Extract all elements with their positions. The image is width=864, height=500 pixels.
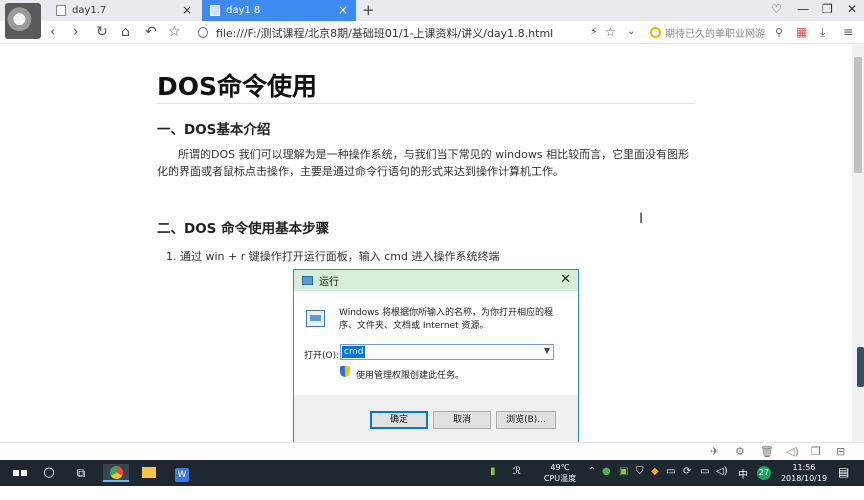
tray-security-icon[interactable]: ◆ (651, 466, 659, 477)
search-placeholder: 期待已久的单职业网游 (665, 29, 765, 40)
text-cursor-icon: I (639, 211, 644, 227)
close-tab-icon[interactable]: × (338, 3, 348, 17)
cpu-temp-label: CPU温度 (543, 474, 577, 483)
tray-sync-icon[interactable]: ⟳ (683, 466, 691, 477)
open-label: 打开(O): (304, 351, 340, 361)
zoom-icon[interactable]: ⊟ (836, 445, 845, 458)
dialog-description: Windows 将根据你所输入的名称，为你打开相应的程序、文件夹、文档或 Int… (339, 308, 554, 331)
page-icon (210, 5, 220, 16)
taskbar: ○ ⧉ W ▮ ℛ 49℃ CPU温度 ⌃ ● ▣ ⛉ ◆ ▭ ⟳ ▭ ◁) 中… (0, 460, 864, 494)
action-center-icon[interactable]: ▤ (838, 465, 849, 479)
shirt-skin-icon[interactable]: ♡ (771, 2, 782, 16)
ok-button[interactable]: 确定 (370, 411, 428, 429)
tab-label: day1.8 (226, 5, 261, 16)
open-input-value[interactable]: cmd (342, 346, 366, 358)
new-tab-button[interactable]: + (362, 1, 375, 19)
dropdown-icon[interactable]: ⌄ (627, 24, 635, 40)
close-tab-icon[interactable]: × (182, 3, 192, 17)
cancel-button[interactable]: 取消 (433, 411, 491, 429)
reload-icon[interactable]: ↻ (96, 24, 108, 40)
intro-paragraph: 所谓的DOS 我们可以理解为是一种操作系统，与我们当下常见的 windows 相… (157, 148, 690, 178)
network-icon[interactable]: ▭ (700, 466, 709, 477)
forward-icon[interactable]: › (73, 24, 79, 40)
tab-day1-8[interactable]: day1.8 × (202, 0, 356, 21)
tray-app-icon[interactable]: ● (602, 466, 611, 477)
url-text[interactable]: file:///F:/测试课程/北京8期/基础班01/1-上课资料/讲义/day… (216, 25, 553, 41)
lightning-icon[interactable]: ⚡ (590, 24, 598, 40)
run-icon (302, 276, 313, 285)
ime-tool-icon[interactable]: ℛ (513, 466, 521, 477)
clock-time: 11:56 (792, 463, 816, 472)
tray-shield-icon[interactable]: ⛉ (636, 466, 644, 477)
file-explorer-icon[interactable] (137, 464, 161, 482)
gear-icon[interactable]: ⚙ (735, 445, 745, 458)
section-heading-intro: 一、DOS基本介绍 (157, 122, 271, 138)
menu-icon[interactable]: ≡ (843, 24, 853, 40)
back-icon[interactable]: ‹ (50, 24, 56, 40)
scrollbar-thumb[interactable] (854, 57, 862, 173)
user-avatar[interactable] (5, 3, 41, 39)
browse-button[interactable]: 浏览(B)... (496, 411, 556, 429)
tab-day1-7[interactable]: day1.7 × (48, 0, 200, 21)
home-icon[interactable]: ⌂ (121, 24, 130, 40)
apps-icon[interactable]: ▦ (796, 24, 807, 40)
clock-date: 2018/10/19 (780, 474, 828, 483)
admin-note: 使用管理权限创建此任务。 (356, 371, 465, 381)
uac-shield-icon (340, 366, 350, 377)
page-title: DOS命令使用 (157, 72, 318, 101)
tray-folder-icon[interactable]: ▭ (666, 466, 675, 477)
wps-app-icon[interactable]: W (170, 464, 194, 482)
minimize-button[interactable]: — (797, 2, 809, 16)
download-icon[interactable]: ⤓ (820, 24, 825, 40)
page-content: DOS命令使用 一、DOS基本介绍 所谓的DOS 我们可以理解为是一种操作系统，… (0, 45, 852, 442)
dialog-titlebar: 运行 ✕ (294, 270, 578, 291)
open-input[interactable]: cmd ▼ (340, 344, 554, 360)
address-bar[interactable]: file:///F:/测试课程/北京8期/基础班01/1-上课资料/讲义/day… (190, 23, 642, 42)
speaker-icon[interactable]: ◁) (786, 445, 799, 458)
cortana-icon[interactable]: ○ (40, 464, 58, 482)
browser-app-icon[interactable] (103, 464, 129, 482)
undo-icon[interactable]: ↶ (145, 24, 157, 40)
step-item: 1. 通过 win + r 键操作打开运行面板，输入 cmd 进入操作系统终端 (166, 250, 500, 263)
maximize-button[interactable]: ❐ (822, 2, 833, 16)
run-program-icon (306, 310, 325, 327)
tab-label: day1.7 (72, 5, 107, 16)
notification-badge[interactable]: 27 (757, 466, 771, 480)
tray-chevron-up-icon[interactable]: ⌃ (588, 466, 596, 477)
system-clock[interactable]: 11:56 2018/10/19 (780, 462, 828, 484)
search-icon[interactable]: ⚲ (775, 26, 783, 39)
cpu-temperature[interactable]: 49℃ CPU温度 (540, 462, 580, 484)
volume-icon[interactable]: ◁) (716, 466, 728, 477)
bookmark-star-icon[interactable]: ☆ (168, 24, 181, 40)
dialog-title: 运行 (319, 277, 339, 288)
search-box[interactable]: 期待已久的单职业网游 ⚲ (646, 23, 786, 42)
task-view-icon[interactable]: ⧉ (72, 464, 90, 482)
dialog-close-icon[interactable]: ✕ (560, 272, 571, 287)
search-engine-icon (650, 27, 661, 38)
section-heading-steps: 二、DOS 命令使用基本步骤 (157, 221, 330, 237)
window-icon[interactable]: ❐ (811, 445, 821, 458)
chevron-down-icon[interactable]: ▼ (544, 346, 550, 355)
trash-icon[interactable]: 🗑 (760, 445, 774, 458)
cpu-temp-value: 49℃ (550, 463, 570, 472)
title-divider (157, 103, 695, 104)
side-panel-handle[interactable] (857, 347, 864, 387)
battery-icon[interactable]: ▮ (490, 466, 496, 477)
page-info-icon[interactable] (198, 27, 208, 38)
address-row: ‹ › ↻ ⌂ ↶ ☆ file:///F:/测试课程/北京8期/基础班01/1… (0, 21, 864, 44)
tray-map-icon[interactable]: ▣ (619, 466, 628, 477)
favorite-icon[interactable]: ☆ (605, 24, 616, 40)
page-icon (56, 5, 66, 16)
close-window-button[interactable]: ✕ (847, 2, 857, 16)
rocket-icon[interactable]: ✈ (710, 445, 719, 458)
dialog-body: Windows 将根据你所输入的名称，为你打开相应的程序、文件夹、文档或 Int… (294, 291, 578, 395)
windows-start-icon[interactable] (10, 464, 30, 494)
browser-status-bar: ✈ ⚙ 🗑 ◁) ❐ ⊟ (0, 442, 864, 460)
run-dialog: 运行 ✕ Windows 将根据你所输入的名称，为你打开相应的程序、文件夹、文档… (293, 269, 579, 442)
ime-indicator[interactable]: 中 (738, 466, 748, 481)
tab-bar: day1.7 × day1.8 × + ♡ — ❐ ✕ (0, 0, 864, 39)
